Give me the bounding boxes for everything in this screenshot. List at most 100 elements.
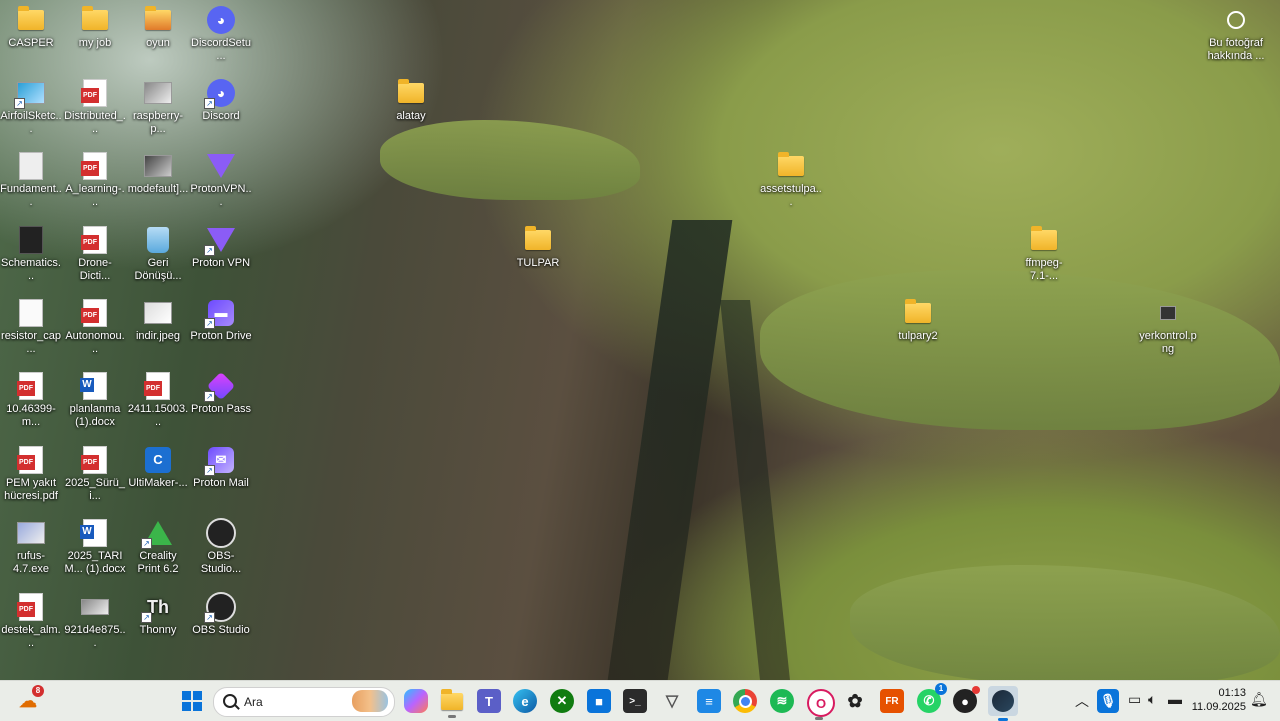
folder-icon <box>16 6 46 34</box>
desktop-icon-proton-drive[interactable]: ▬ ↗ Proton Drive <box>190 295 252 343</box>
chevron-up-icon[interactable]: ︿ <box>1075 691 1089 711</box>
fritzing-icon[interactable]: FR <box>880 689 904 713</box>
image-icon <box>143 299 173 327</box>
desktop-icon-oyun[interactable]: oyun <box>127 2 189 50</box>
desktop-icon-2025-suru[interactable]: 2025_Sürü_i... <box>64 442 126 503</box>
file-explorer-icon[interactable] <box>440 688 464 718</box>
desktop-icon-alatay[interactable]: alatay <box>380 75 442 123</box>
search-box[interactable]: Ara <box>213 687 395 717</box>
pdf-icon <box>80 299 110 327</box>
terminal-icon[interactable]: >_ <box>623 689 647 713</box>
desktop-icon-protonvpn-setup[interactable]: ProtonVPN... <box>190 148 252 209</box>
teams-icon[interactable]: T <box>477 689 501 713</box>
store-icon[interactable]: ■ <box>587 689 611 713</box>
desktop-icon-obs-studio-setup[interactable]: OBS-Studio... <box>190 515 252 576</box>
desktop-icon-drone-dicti[interactable]: Drone-Dicti... <box>64 222 126 283</box>
copilot-icon[interactable] <box>404 689 428 713</box>
folder-icon <box>776 152 806 180</box>
pdf-icon <box>80 152 110 180</box>
proton-mail-icon: ✉ ↗ <box>204 446 236 476</box>
document-icon <box>16 152 46 180</box>
opera-icon[interactable]: O <box>807 689 835 720</box>
image-icon <box>143 79 173 107</box>
whatsapp-icon[interactable]: ✆ 1 <box>917 683 947 713</box>
edge-icon[interactable]: e <box>513 689 537 713</box>
desktop-icon-recycle-bin[interactable]: Geri Dönüşü... <box>127 222 189 283</box>
chatgpt-icon[interactable]: ✿ <box>843 689 867 713</box>
proton-pass-icon: ↗ <box>204 371 236 402</box>
desktop-icon-thonny[interactable]: Th ↗ Thonny <box>127 589 189 637</box>
display-icon[interactable]: ▭ <box>1128 691 1141 708</box>
desktop-icon-schematics[interactable]: Schematics... <box>0 222 62 283</box>
desktop-icon-airfoilsketch[interactable]: ↗ AirfoilSketc... <box>0 75 62 136</box>
desktop-icon-my-job[interactable]: my job <box>64 2 126 50</box>
desktop-icon-assetstulpa[interactable]: assetstulpa... <box>760 148 822 209</box>
word-icon <box>80 519 110 547</box>
desktop-icon-discord-setup[interactable]: ◕ DiscordSetu... <box>190 2 252 63</box>
widgets-badge: 8 <box>32 685 44 697</box>
desktop-icon-rufus[interactable]: rufus-4.7.exe <box>0 515 62 576</box>
proton-drive-icon: ▬ ↗ <box>204 299 236 329</box>
desktop-icon-proton-mail[interactable]: ✉ ↗ Proton Mail <box>190 442 252 490</box>
folder-icon <box>80 6 110 34</box>
clock-date: 11.09.2025 <box>1191 701 1246 713</box>
desktop-icon-2025-tarim[interactable]: 2025_TARIM... (1).docx <box>64 515 126 576</box>
image-icon <box>80 593 110 621</box>
proton-vpn-icon <box>206 152 236 180</box>
desktop-icon-pdf-10-46399[interactable]: 10.46399-m... <box>0 368 62 429</box>
desktop-icon-proton-pass[interactable]: ↗ Proton Pass <box>190 368 252 416</box>
discord-icon: ◕ ↗ <box>204 79 236 109</box>
search-icon <box>223 694 237 708</box>
desktop-icon-casper[interactable]: CASPER <box>0 2 62 50</box>
chrome-icon[interactable] <box>733 689 757 713</box>
desktop-icon-ultimaker[interactable]: C UltiMaker-... <box>127 442 189 490</box>
desktop-icon-autonomous[interactable]: Autonomou... <box>64 295 126 356</box>
desktop-icon-tulpar[interactable]: TULPAR <box>507 222 569 270</box>
start-button[interactable] <box>180 689 204 713</box>
desktop-icon-planlanma[interactable]: planlanma (1).docx <box>64 368 126 429</box>
desktop-icon-creality-print[interactable]: ↗ Creality Print 6.2 <box>127 515 189 576</box>
desktop-icon-indir-jpeg[interactable]: indir.jpeg <box>127 295 189 343</box>
github-desktop-icon[interactable]: ● <box>953 686 980 713</box>
battery-icon[interactable]: ▬ <box>1168 691 1182 707</box>
desktop-icon-destek[interactable]: destek_alm... <box>0 589 62 650</box>
wallpaper-plateau <box>760 270 1280 430</box>
pdf-icon <box>143 372 173 400</box>
xbox-icon[interactable]: ✕ <box>550 689 574 713</box>
desktop-icon-a-learning[interactable]: A_learning-... <box>64 148 126 209</box>
clock[interactable]: 01:13 11.09.2025 <box>1192 686 1246 714</box>
photo-info[interactable]: Bu fotoğraf hakkında ... <box>1200 2 1272 63</box>
spotify-icon[interactable]: ≋ <box>770 689 794 713</box>
notifications-icon[interactable]: 🔔︎ <box>1250 691 1268 708</box>
usb-icon <box>16 519 46 547</box>
desktop-icon-pem-yakit[interactable]: PEM yakıt hücresi.pdf <box>0 442 62 503</box>
desktop-icon-raspberry[interactable]: raspberry-p... <box>127 75 189 136</box>
desktop-icon-modefault[interactable]: modefault]... <box>127 148 189 196</box>
pdf-icon <box>16 372 46 400</box>
pdf-icon <box>16 446 46 474</box>
notepad-icon[interactable]: ≡ <box>697 689 721 713</box>
desktop-wallpaper: CASPER ↗ AirfoilSketc... Fundament... Sc… <box>0 0 1280 680</box>
desktop-icon-tulpary2[interactable]: tulpary2 <box>887 295 949 343</box>
vectorize-icon[interactable]: ▽ <box>660 689 684 713</box>
desktop-icon-obs-studio[interactable]: ↗ OBS Studio <box>190 589 252 637</box>
image-icon <box>1153 299 1183 327</box>
desktop-icon-921d4e875[interactable]: 921d4e875... <box>64 589 126 650</box>
desktop-icon-proton-vpn[interactable]: ↗ Proton VPN <box>190 222 252 270</box>
desktop-icon-resistor[interactable]: resistor_cap... <box>0 295 62 356</box>
desktop-icon-2411-15003[interactable]: 2411.15003... <box>127 368 189 429</box>
steam-icon[interactable] <box>988 686 1018 721</box>
desktop-icon-distributed[interactable]: Distributed_... <box>64 75 126 136</box>
pdf-icon <box>80 446 110 474</box>
desktop-icon-fundamentals[interactable]: Fundament... <box>0 148 62 209</box>
document-icon <box>16 226 46 254</box>
proton-vpn-icon: ↗ <box>204 226 236 256</box>
folder-icon <box>523 226 553 254</box>
microphone-icon[interactable]: 🎙︎ <box>1097 689 1119 713</box>
desktop-icon-discord[interactable]: ◕ ↗ Discord <box>190 75 252 123</box>
widgets-weather-icon[interactable]: ☁ 8 <box>16 685 44 713</box>
desktop-icon-yerkontrol[interactable]: yerkontrol.png <box>1137 295 1199 356</box>
thonny-icon: Th ↗ <box>141 593 173 623</box>
desktop-icon-ffmpeg[interactable]: ffmpeg-7.1-... <box>1013 222 1075 283</box>
volume-icon[interactable]: 🔈︎ <box>1148 691 1156 708</box>
